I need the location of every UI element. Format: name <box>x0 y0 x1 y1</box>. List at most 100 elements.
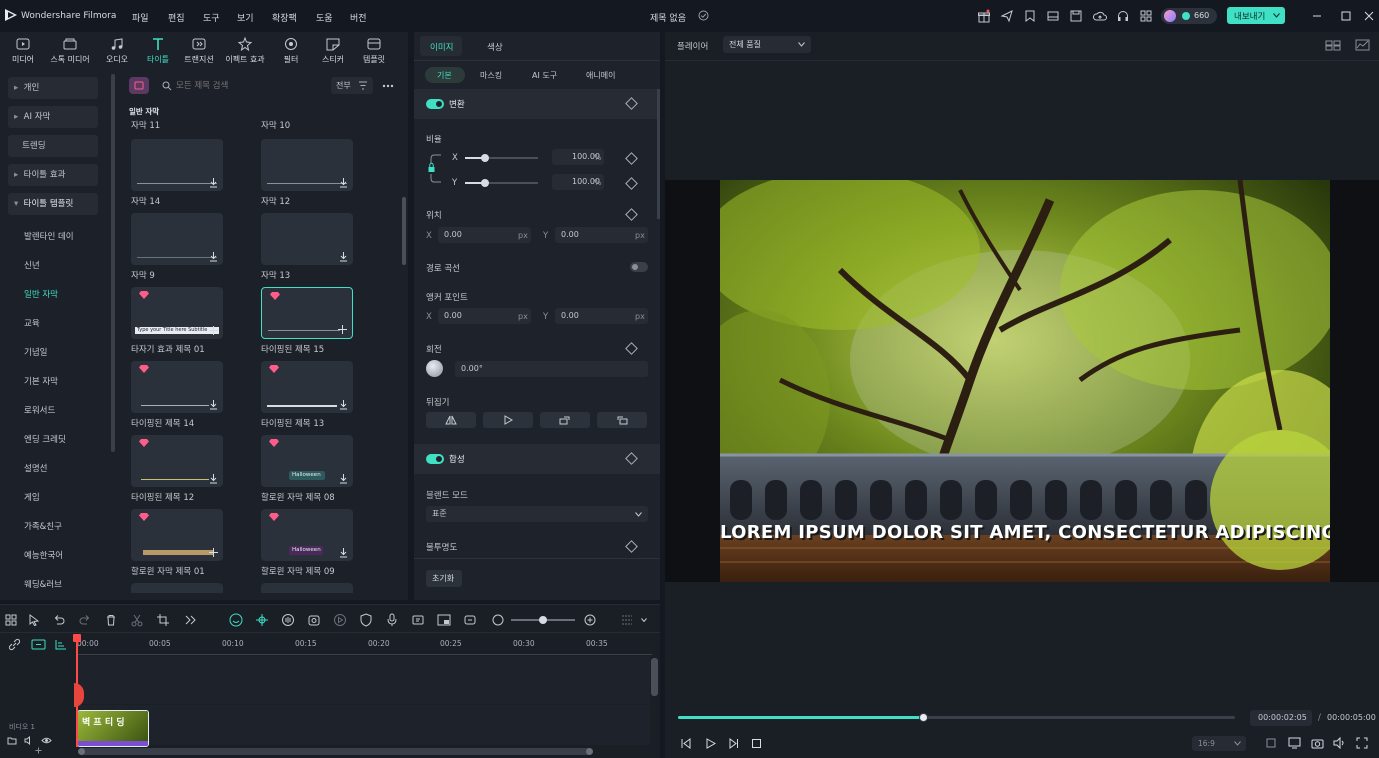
title-thumbnail[interactable] <box>131 361 223 413</box>
sidebar-subitem-variety[interactable]: 예능한국어 <box>24 549 63 561</box>
snapshot-icon[interactable] <box>1311 737 1324 749</box>
title-overlay-text[interactable]: LOREM IPSUM DOLOR SIT AMET, CONSECTETUR … <box>720 522 1330 543</box>
inspector-scrollbar[interactable] <box>657 89 660 219</box>
tab-templates[interactable]: 템플릿 <box>354 32 394 68</box>
add-icon[interactable] <box>208 547 219 558</box>
delete-icon[interactable] <box>104 613 118 627</box>
slider-thumb[interactable] <box>481 179 489 187</box>
stop-icon[interactable] <box>751 738 762 749</box>
tab-audio[interactable]: 오디오 <box>96 32 138 68</box>
tab-titles[interactable]: 타이틀 <box>138 32 178 68</box>
menu-extensions[interactable]: 확장팩 <box>272 11 297 24</box>
flip-horizontal-button[interactable] <box>426 412 476 428</box>
timeline-hscrollbar[interactable] <box>78 748 593 755</box>
sidebar-subitem-anniversary[interactable]: 기념일 <box>24 346 47 358</box>
menu-file[interactable]: 파일 <box>132 11 149 24</box>
scale-x-slider[interactable] <box>465 154 538 162</box>
video-clip[interactable]: 벽 프 티 딩 <box>77 710 149 747</box>
menu-tools[interactable]: 도구 <box>203 11 220 24</box>
grid-view-icon[interactable] <box>1325 40 1341 51</box>
sidebar-item-personal[interactable]: ▸ 개인 <box>8 77 98 99</box>
title-thumbnail[interactable] <box>261 213 353 265</box>
subtab-basic[interactable]: 기본 <box>425 67 465 83</box>
title-thumbnail[interactable]: Type your Title here Subtitle <box>131 287 223 339</box>
premium-filter-button[interactable] <box>129 77 149 94</box>
quality-dropdown[interactable]: 전체 품질 <box>723 36 811 53</box>
headset-icon[interactable] <box>1116 9 1130 23</box>
subtab-masking[interactable]: 마스킹 <box>480 70 502 81</box>
tab-filters[interactable]: 필터 <box>272 32 310 68</box>
scale-y-slider[interactable] <box>465 179 538 187</box>
sidebar-subitem-game[interactable]: 게임 <box>24 491 40 503</box>
rotate-left-button[interactable] <box>597 412 647 428</box>
subtab-ai-tools[interactable]: AI 도구 <box>532 70 557 81</box>
select-tool-icon[interactable] <box>27 613 41 627</box>
video-canvas[interactable]: LOREM IPSUM DOLOR SIT AMET, CONSECTETUR … <box>665 180 1379 582</box>
subtab-animation[interactable]: 애니메이 <box>586 70 615 81</box>
download-icon[interactable] <box>208 473 219 484</box>
keyframe-icon[interactable] <box>625 540 638 553</box>
sidebar-subitem-wedding[interactable]: 웨딩&러브 <box>24 578 62 590</box>
tab-color[interactable]: 색상 <box>487 41 503 53</box>
keyframe-icon[interactable] <box>625 97 638 110</box>
scopes-icon[interactable] <box>1355 39 1370 51</box>
download-icon[interactable] <box>208 251 219 262</box>
add-icon[interactable] <box>35 747 42 754</box>
keyframe-icon[interactable] <box>625 452 638 465</box>
zoom-out-icon[interactable] <box>491 613 505 627</box>
track-visibility-icon[interactable] <box>41 736 52 745</box>
title-thumbnail[interactable] <box>261 583 353 593</box>
flip-vertical-button[interactable] <box>483 412 533 428</box>
menu-version[interactable]: 버전 <box>350 11 367 24</box>
ai-tool-icon[interactable] <box>307 613 321 627</box>
keyframe-icon[interactable] <box>625 152 638 165</box>
link-icon[interactable] <box>8 638 21 651</box>
add-track-icon[interactable] <box>31 639 46 650</box>
download-icon[interactable] <box>338 399 349 410</box>
download-icon[interactable] <box>208 177 219 188</box>
path-curve-toggle[interactable] <box>630 262 648 272</box>
title-thumbnail[interactable]: Halloween <box>261 435 353 487</box>
sidebar-item-ai-subtitles[interactable]: ▸ AI 자막 <box>8 106 98 128</box>
chevron-down-icon[interactable] <box>641 618 647 622</box>
transform-section-header[interactable]: 변환 <box>414 89 660 119</box>
slider-thumb[interactable] <box>481 154 489 162</box>
search-input[interactable] <box>176 78 316 93</box>
sidebar-subitem-end-credits[interactable]: 엔딩 크레딧 <box>24 433 66 445</box>
timeline-vscrollbar[interactable] <box>651 658 658 696</box>
title-thumbnail[interactable] <box>261 361 353 413</box>
tab-effects[interactable]: 이펙트 효과 <box>220 32 270 68</box>
keyframe-icon[interactable] <box>625 342 638 355</box>
filter-dropdown[interactable]: 전부 <box>331 77 373 94</box>
menu-help[interactable]: 도움 <box>316 11 333 24</box>
tab-media[interactable]: 미디어 <box>0 32 46 68</box>
snap-icon[interactable] <box>255 613 269 627</box>
sidebar-item-trending[interactable]: 트렌딩 <box>8 135 98 157</box>
close-icon[interactable] <box>1364 11 1374 21</box>
track-folder-icon[interactable] <box>7 736 17 745</box>
more-tools-icon[interactable] <box>183 613 197 627</box>
current-time[interactable]: 00:00:02:05 <box>1250 710 1312 726</box>
sidebar-subitem-valentine[interactable]: 발렌타인 데이 <box>24 230 74 242</box>
keyframe-icon[interactable] <box>625 177 638 190</box>
redo-icon[interactable] <box>78 613 92 627</box>
bookmark-icon[interactable] <box>1023 9 1037 23</box>
grid-apps-icon[interactable] <box>1139 9 1153 23</box>
download-icon[interactable] <box>338 547 349 558</box>
next-frame-icon[interactable] <box>728 738 739 749</box>
previous-frame-icon[interactable] <box>680 738 691 749</box>
title-thumbnail[interactable] <box>131 213 223 265</box>
split-icon[interactable] <box>130 613 144 627</box>
lock-ratio-icon[interactable] <box>428 154 442 184</box>
speech-to-text-icon[interactable] <box>229 613 243 627</box>
zoom-in-icon[interactable] <box>583 613 597 627</box>
tab-image[interactable]: 이미지 <box>420 36 462 56</box>
rotation-input[interactable]: 0.00° <box>455 361 648 377</box>
track-settings-icon[interactable] <box>620 613 634 627</box>
menu-edit[interactable]: 편집 <box>168 11 185 24</box>
composite-section-header[interactable]: 합성 <box>414 444 660 474</box>
progress-thumb[interactable] <box>919 713 929 722</box>
cloud-upload-icon[interactable] <box>1093 9 1107 23</box>
more-options-icon[interactable] <box>382 84 394 88</box>
maximize-icon[interactable] <box>1341 11 1351 21</box>
